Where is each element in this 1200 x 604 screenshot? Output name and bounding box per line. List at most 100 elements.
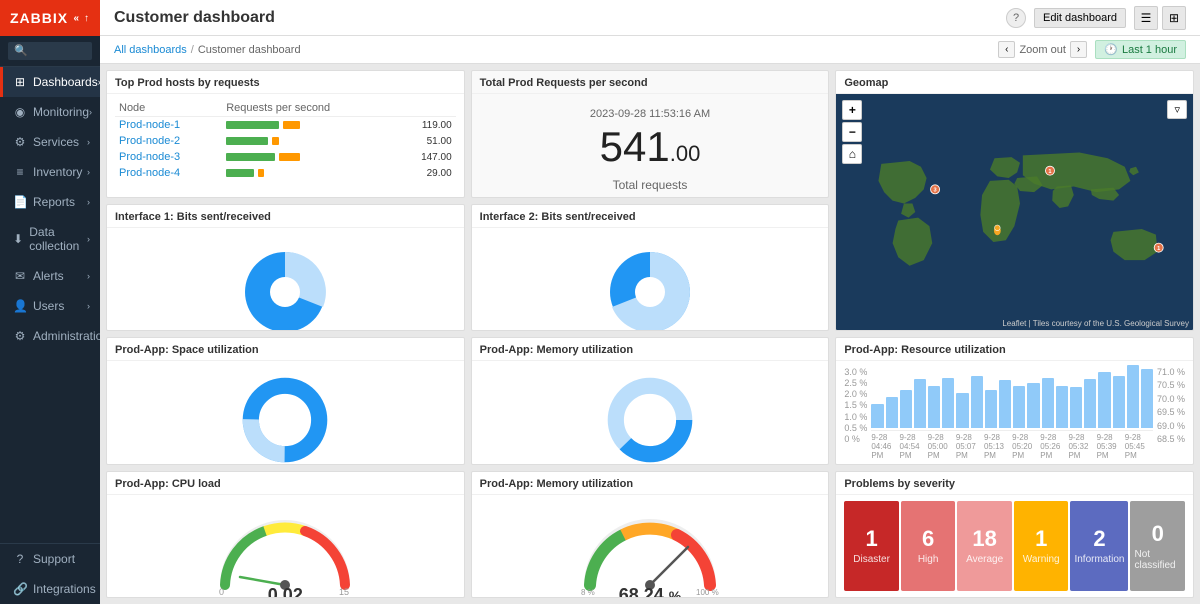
node-bar — [222, 117, 396, 134]
severity-count: 1 — [1035, 526, 1047, 552]
chart-bar — [985, 390, 997, 429]
panel-geomap: Geomap + − ⌂ ▿ — [835, 70, 1194, 331]
panel-space-util-title: Prod-App: Space utilization — [107, 338, 464, 361]
sidebar-item-label: Users — [33, 299, 64, 313]
collapse-icon[interactable]: « — [73, 13, 80, 24]
sidebar-item-monitoring[interactable]: ◉ Monitoring › — [0, 97, 100, 127]
sidebar-item-label: Dashboards — [33, 75, 98, 89]
chart-bar — [1098, 372, 1110, 428]
sidebar-search-container — [0, 36, 100, 67]
sidebar-item-label: Integrations — [33, 582, 96, 596]
panel-interface2-body: Switch HP 2530-48g: Inte... Switch HP 25… — [472, 228, 829, 332]
edit-dashboard-button[interactable]: Edit dashboard — [1034, 8, 1126, 28]
map-zoom-in-button[interactable]: + — [842, 100, 862, 120]
table-row: Prod-node-4 29.00 — [115, 165, 456, 181]
header: Customer dashboard ? Edit dashboard ☰ ⊞ — [100, 0, 1200, 36]
panel-interface1: Interface 1: Bits sent/received Switch H… — [106, 204, 465, 332]
geomap-filter-button[interactable]: ▿ — [1167, 100, 1187, 119]
col-rps: Requests per second — [222, 100, 396, 117]
breadcrumb-current: Customer dashboard — [198, 44, 301, 56]
node-value: 119.00 — [396, 117, 456, 134]
node-value: 29.00 — [396, 165, 456, 181]
chart-bar — [1070, 387, 1082, 428]
help-button[interactable]: ? — [1006, 8, 1026, 28]
donut-svg-memory — [605, 375, 695, 465]
node-bar — [222, 133, 396, 149]
sidebar-item-dashboards[interactable]: ⊞ Dashboards › — [0, 67, 100, 97]
severity-label: Warning — [1023, 554, 1060, 565]
panel-memory-util: Prod-App: Memory utilization Prod-App-1:… — [471, 337, 830, 465]
sidebar-item-integrations[interactable]: 🔗 Integrations — [0, 574, 100, 604]
sidebar-item-label: Alerts — [33, 269, 64, 283]
breadcrumb-all-dashboards[interactable]: All dashboards — [114, 44, 187, 56]
last-hour-label: Last 1 hour — [1122, 44, 1177, 56]
chart-bar — [928, 386, 940, 428]
donut-chart-memory — [480, 367, 821, 465]
pie-svg-1 — [235, 242, 335, 332]
panel-memory-gauge: Prod-App: Memory utilization — [471, 471, 830, 599]
chart-bar — [914, 379, 926, 428]
sidebar-item-alerts[interactable]: ✉ Alerts › — [0, 261, 100, 291]
panel-resource-util-title: Prod-App: Resource utilization — [836, 338, 1193, 361]
chart-bar — [1113, 376, 1125, 429]
severity-item[interactable]: 18 Average — [957, 501, 1012, 592]
panel-interface2-title: Interface 2: Bits sent/received — [472, 205, 829, 228]
table-row: Prod-node-1 119.00 — [115, 117, 456, 134]
dashboards-icon: ⊞ — [13, 75, 27, 89]
gauge-memory: 8 % 100 % 68.24 % Memory utilization — [570, 501, 730, 599]
sidebar-bottom: ? Support 🔗 Integrations — [0, 543, 100, 604]
panel-total-requests-title: Total Prod Requests per second — [472, 71, 829, 94]
svg-text:1: 1 — [1049, 169, 1052, 175]
sidebar-item-label: Monitoring — [33, 105, 89, 119]
sidebar-item-reports[interactable]: 📄 Reports › — [0, 187, 100, 217]
search-input[interactable] — [8, 42, 92, 60]
panel-space-util-body: Prod-App-1 / Total space Prod-App-1 / Us… — [107, 361, 464, 465]
clock-icon: 🕐 — [1104, 43, 1118, 56]
severity-label: High — [918, 554, 939, 565]
list-view-button[interactable]: ☰ — [1134, 6, 1158, 30]
severity-count: 1 — [865, 526, 877, 552]
severity-count: 2 — [1093, 526, 1105, 552]
last-hour-button[interactable]: 🕐 Last 1 hour — [1095, 40, 1186, 59]
world-map: 3 1 1 — [836, 94, 1193, 330]
donut-svg-space — [240, 375, 330, 465]
sidebar-item-administration[interactable]: ⚙ Administration › — [0, 321, 100, 351]
donut-chart-space — [115, 367, 456, 465]
sidebar-item-services[interactable]: ⚙ Services › — [0, 127, 100, 157]
zoom-next-button[interactable]: › — [1070, 41, 1087, 58]
sidebar-item-users[interactable]: 👤 Users › — [0, 291, 100, 321]
total-req-label: Total requests — [480, 178, 821, 192]
panel-total-requests: Total Prod Requests per second 2023-09-2… — [471, 70, 830, 198]
severity-item[interactable]: 1 Disaster — [844, 501, 899, 592]
expand-icon[interactable]: ↑ — [84, 13, 90, 24]
monitoring-icon: ◉ — [13, 105, 27, 119]
panel-problems: Problems by severity 1 Disaster 6 High 1… — [835, 471, 1194, 599]
sidebar-item-inventory[interactable]: ≡ Inventory › — [0, 157, 100, 187]
grid-view-button[interactable]: ⊞ — [1162, 6, 1186, 30]
severity-item[interactable]: 0 Not classified — [1130, 501, 1185, 592]
sidebar-item-data-collection[interactable]: ⬇ Data collection › — [0, 217, 100, 261]
panel-interface2: Interface 2: Bits sent/received Switch H… — [471, 204, 830, 332]
memory-gauge-value: 68.24 % — [619, 585, 682, 599]
dashboard-grid: Top Prod hosts by requests Node Requests… — [100, 64, 1200, 604]
pie-svg-2 — [600, 242, 700, 332]
severity-item[interactable]: 2 Information — [1070, 501, 1128, 592]
panel-top-hosts-title: Top Prod hosts by requests — [107, 71, 464, 94]
sidebar-item-label: Inventory — [33, 165, 82, 179]
map-zoom-out-button[interactable]: − — [842, 122, 862, 142]
severity-item[interactable]: 6 High — [901, 501, 956, 592]
chart-bar — [900, 390, 912, 429]
panel-memory-util-body: Prod-App-1: Memory util... Prod-App-1: A… — [472, 361, 829, 465]
reports-icon: 📄 — [13, 195, 27, 209]
panel-interface1-body: Switch HP 2530-48g: Inte... Switch HP 25… — [107, 228, 464, 332]
panel-memory-gauge-title: Prod-App: Memory utilization — [472, 472, 829, 495]
map-home-button[interactable]: ⌂ — [842, 144, 862, 164]
chart-bar — [1027, 383, 1039, 429]
sidebar-item-label: Data collection — [29, 225, 87, 253]
chart-bar — [956, 393, 968, 428]
zoom-prev-button[interactable]: ‹ — [998, 41, 1015, 58]
severity-item[interactable]: 1 Warning — [1014, 501, 1069, 592]
chevron-icon: › — [87, 234, 90, 244]
sidebar-item-support[interactable]: ? Support — [0, 544, 100, 574]
main-content: Customer dashboard ? Edit dashboard ☰ ⊞ … — [100, 0, 1200, 604]
